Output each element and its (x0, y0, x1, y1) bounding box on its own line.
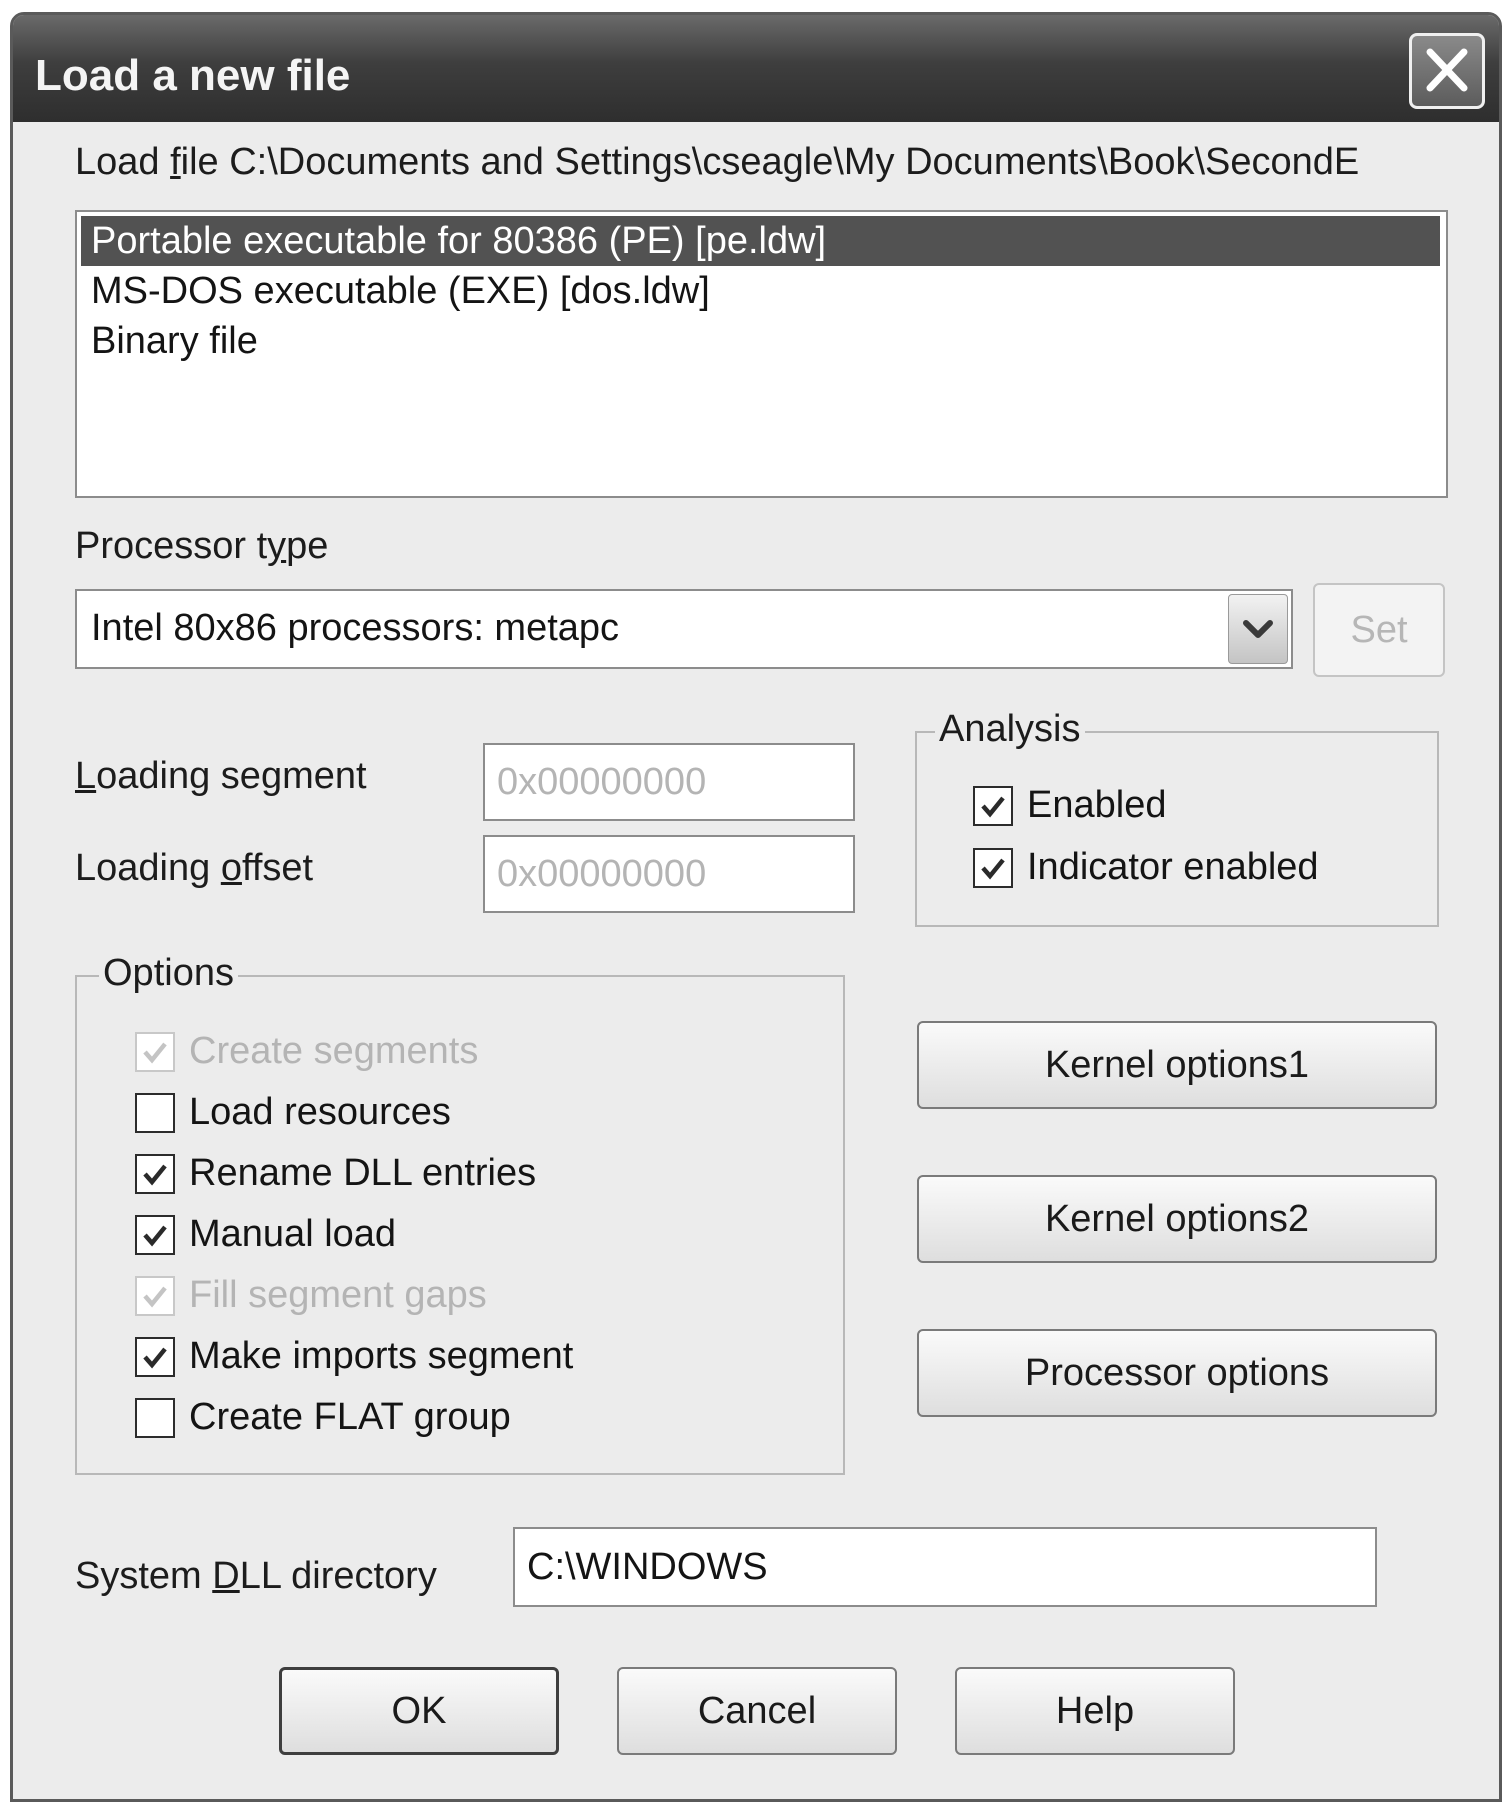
dialog-title: Load a new file (35, 51, 351, 100)
loading-offset-input[interactable] (485, 837, 853, 911)
check-icon (143, 1042, 167, 1064)
loading-segment-input[interactable] (485, 745, 853, 819)
list-item-pe[interactable]: Portable executable for 80386 (PE) [pe.l… (81, 216, 1440, 266)
load-file-label-path: ile C:\Documents and Settings\cseagle\My… (180, 141, 1360, 183)
analysis-indicator-label: Indicator enabled (1027, 846, 1319, 888)
load-file-label-prefix: Load (75, 141, 171, 183)
option-create-segments-label: Create segments (189, 1030, 479, 1072)
load-file-dialog: Load a new file Load file C:\Documents a… (10, 12, 1502, 1802)
analysis-group-title: Analysis (935, 708, 1085, 751)
processor-options-button[interactable]: Processor options (917, 1329, 1437, 1417)
file-type-list[interactable]: Portable executable for 80386 (PE) [pe.l… (75, 210, 1448, 498)
checkbox-box[interactable] (973, 848, 1013, 888)
processor-type-value: Intel 80x86 processors: metapc (91, 607, 620, 649)
loading-offset-label-pre: Loading (75, 847, 221, 889)
dropdown-button[interactable] (1228, 594, 1288, 664)
option-load-resources-label: Load resources (189, 1091, 451, 1133)
chevron-down-icon (1243, 620, 1273, 638)
check-icon (143, 1347, 167, 1369)
processor-label-accel: y (267, 525, 287, 567)
kernel-options1-button[interactable]: Kernel options1 (917, 1021, 1437, 1109)
checkbox-box[interactable] (135, 1398, 175, 1438)
loading-segment-label-accel: L (75, 755, 97, 797)
list-item-binary[interactable]: Binary file (81, 316, 1440, 366)
analysis-enabled-label: Enabled (1027, 784, 1167, 826)
loading-offset-label: Loading offset (75, 847, 313, 890)
kernel-options2-button[interactable]: Kernel options2 (917, 1175, 1437, 1263)
processor-label-post: pe (286, 525, 329, 567)
set-button[interactable]: Set (1313, 583, 1445, 677)
system-dll-directory-field[interactable] (513, 1527, 1377, 1607)
close-button[interactable] (1409, 33, 1485, 109)
dll-label-post: LL directory (239, 1555, 437, 1597)
checkbox-box[interactable] (135, 1093, 175, 1133)
dll-label-accel: D (212, 1555, 240, 1597)
loading-segment-label: Loading segment (75, 755, 367, 798)
check-icon (981, 796, 1005, 818)
cancel-button[interactable]: Cancel (617, 1667, 897, 1755)
options-group: Options Create segments Load resources R… (75, 952, 845, 1475)
checkbox-box[interactable] (135, 1154, 175, 1194)
loading-offset-field[interactable] (483, 835, 855, 913)
processor-type-label: Processor type (75, 525, 328, 568)
loading-offset-label-accel: o (220, 847, 242, 889)
loading-segment-label-rest: oading segment (96, 755, 367, 797)
option-create-flat-group-label: Create FLAT group (189, 1396, 511, 1438)
loading-offset-label-post: ffset (241, 847, 314, 889)
check-icon (143, 1164, 167, 1186)
close-icon (1426, 48, 1468, 92)
option-make-imports-segment-label: Make imports segment (189, 1335, 574, 1377)
system-dll-directory-label: System DLL directory (75, 1555, 437, 1598)
check-icon (143, 1225, 167, 1247)
option-fill-segment-gaps-label: Fill segment gaps (189, 1274, 487, 1316)
options-group-title: Options (99, 952, 238, 995)
processor-label-pre: Processor t (75, 525, 268, 567)
ok-button[interactable]: OK (279, 1667, 559, 1755)
loading-segment-field[interactable] (483, 743, 855, 821)
load-file-label: Load file C:\Documents and Settings\csea… (75, 141, 1359, 184)
option-manual-load-label: Manual load (189, 1213, 397, 1255)
help-button[interactable]: Help (955, 1667, 1235, 1755)
load-file-label-accel: f (170, 141, 181, 183)
checkbox-box[interactable] (135, 1032, 175, 1072)
analysis-group: Analysis Enabled Indicator enabled (915, 708, 1439, 927)
system-dll-directory-input[interactable] (515, 1529, 1375, 1605)
checkbox-box[interactable] (135, 1215, 175, 1255)
checkbox-box[interactable] (135, 1276, 175, 1316)
option-rename-dll-entries-label: Rename DLL entries (189, 1152, 537, 1194)
checkbox-box[interactable] (973, 786, 1013, 826)
processor-type-dropdown[interactable]: Intel 80x86 processors: metapc (75, 589, 1293, 669)
list-item-dos[interactable]: MS-DOS executable (EXE) [dos.ldw] (81, 266, 1440, 316)
check-icon (981, 858, 1005, 880)
check-icon (143, 1286, 167, 1308)
dll-label-pre: System (75, 1555, 213, 1597)
title-bar[interactable]: Load a new file (13, 15, 1499, 122)
checkbox-box[interactable] (135, 1337, 175, 1377)
